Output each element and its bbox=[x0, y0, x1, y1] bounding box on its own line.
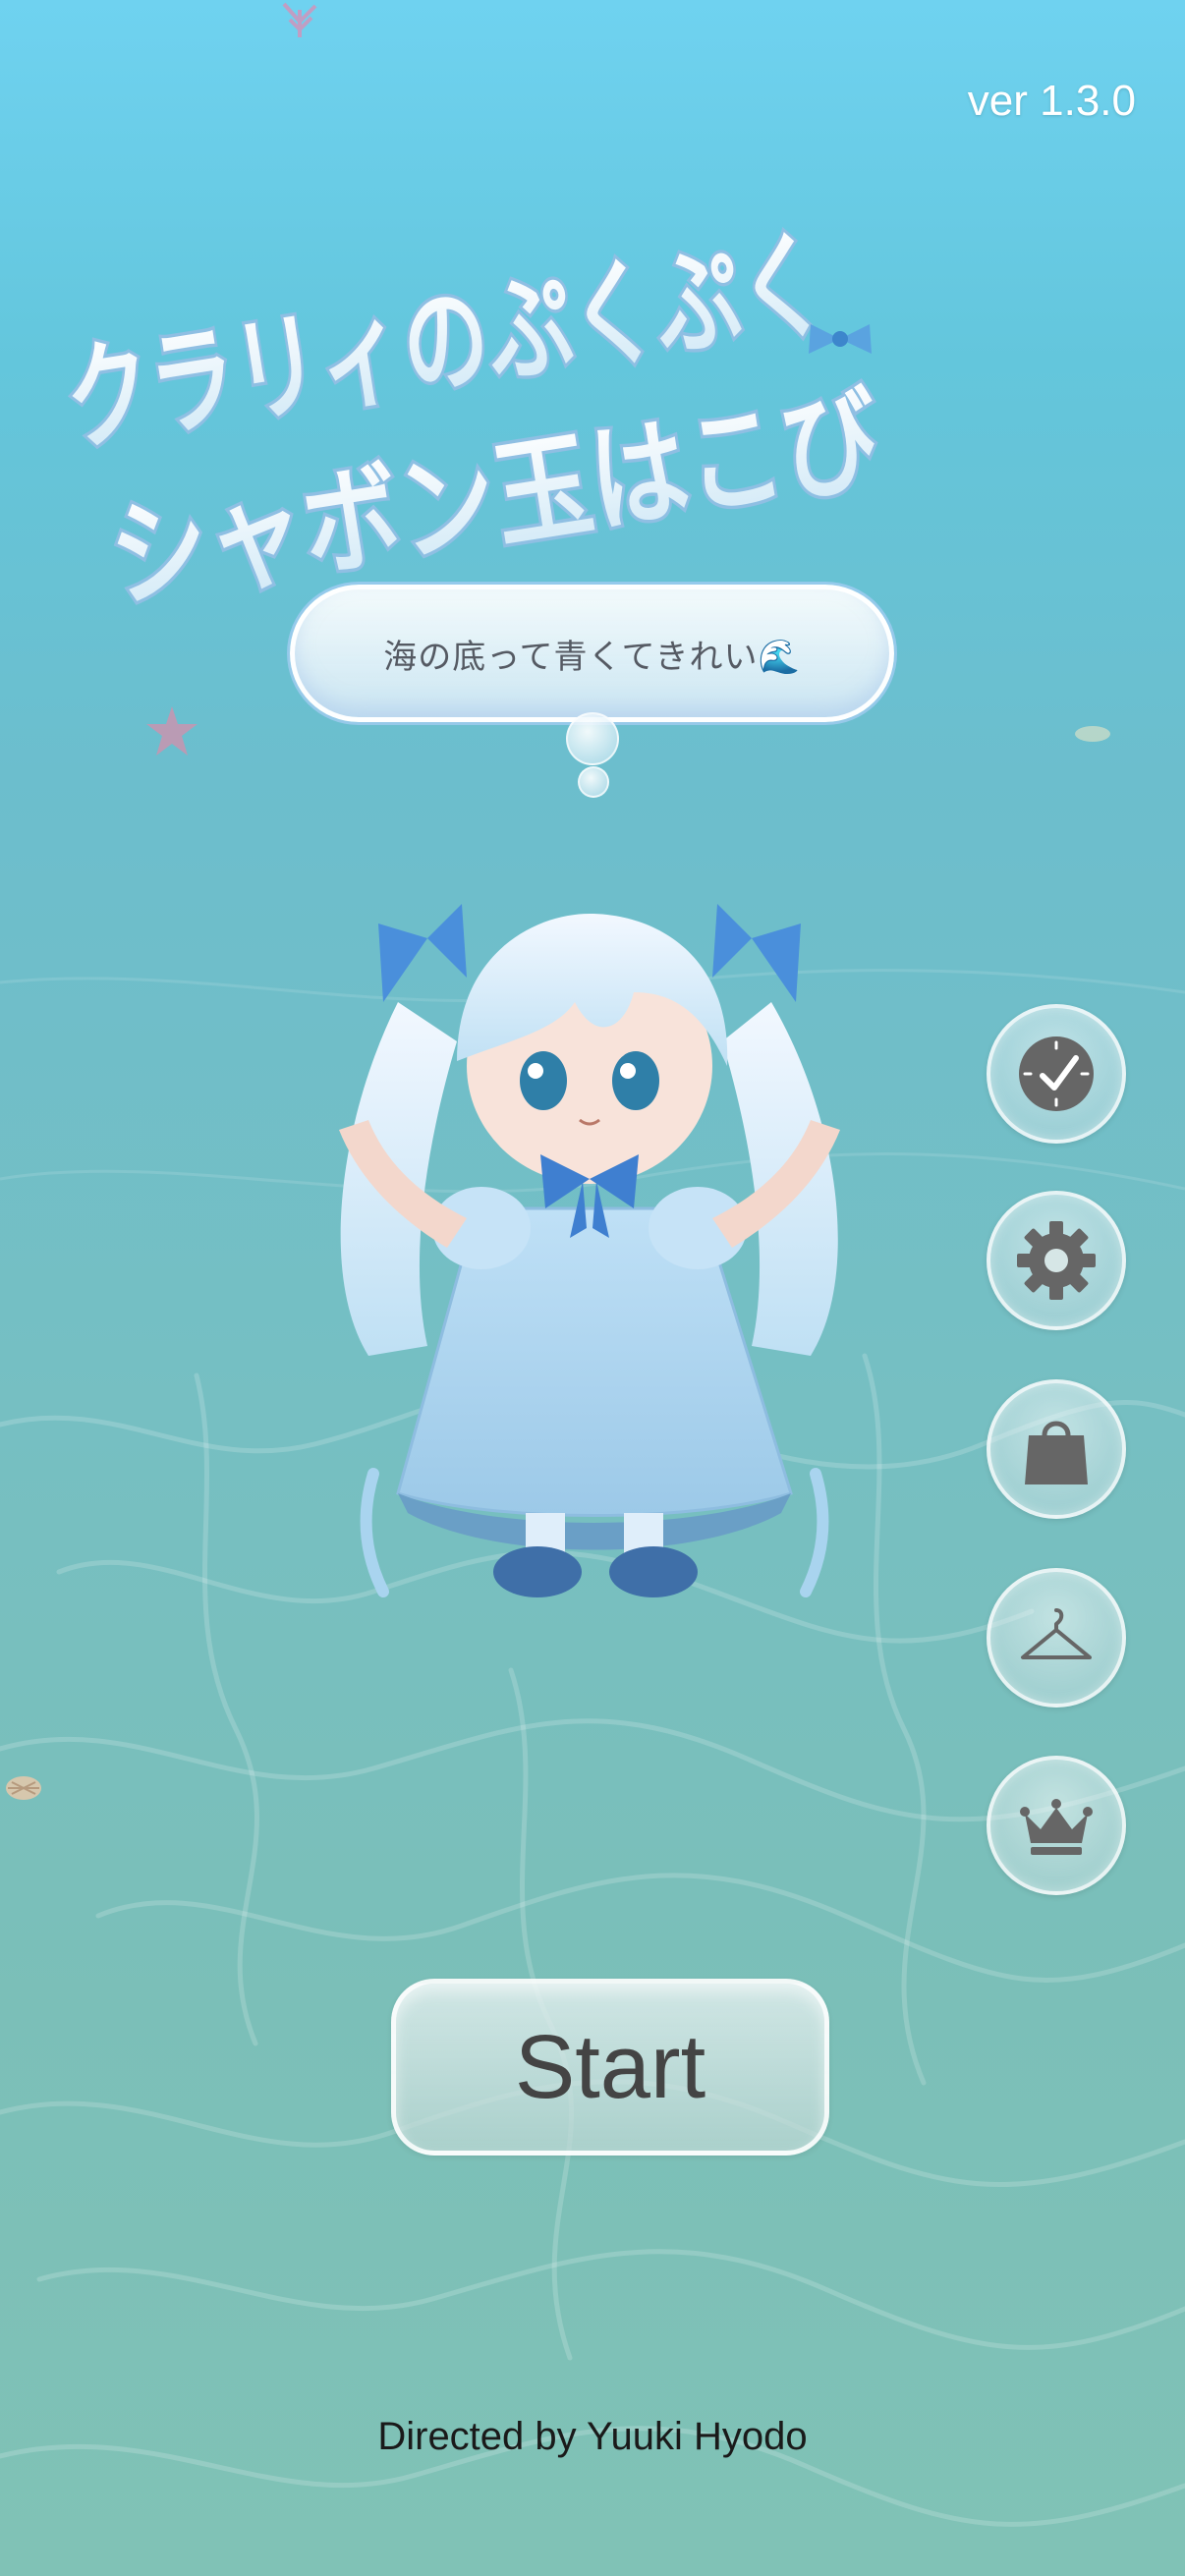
coral-decoration bbox=[282, 2, 317, 37]
version-label: ver 1.3.0 bbox=[967, 77, 1136, 125]
ranking-button[interactable] bbox=[987, 1756, 1126, 1895]
shop-button[interactable] bbox=[987, 1379, 1126, 1519]
logo-ribbon-icon bbox=[809, 324, 872, 354]
thought-bubble-large bbox=[566, 712, 619, 765]
settings-button[interactable] bbox=[987, 1191, 1126, 1330]
credit-text: Directed by Yuuki Hyodo bbox=[377, 2415, 808, 2458]
clock-icon bbox=[1019, 1036, 1094, 1111]
thought-bubble-small bbox=[578, 766, 609, 798]
shopping-bag-icon bbox=[1025, 1421, 1088, 1484]
gear-icon bbox=[1017, 1221, 1096, 1300]
character-clarii bbox=[339, 904, 840, 1597]
wardrobe-button[interactable] bbox=[987, 1568, 1126, 1708]
crown-icon bbox=[1020, 1799, 1093, 1855]
speech-bubble-text: 海の底って青くてきれい🌊 bbox=[383, 637, 801, 677]
starfish-decoration bbox=[146, 706, 198, 756]
pebble-decoration bbox=[1075, 726, 1110, 742]
hanger-icon bbox=[1021, 1608, 1092, 1659]
game-logo: クラリィのぷくぷく シャボン玉はこび bbox=[54, 211, 892, 624]
speech-bubble: 海の底って青くてきれい🌊 bbox=[290, 585, 894, 722]
start-button[interactable]: Start bbox=[391, 1979, 829, 2156]
shell-decoration bbox=[6, 1776, 41, 1800]
clock-button[interactable] bbox=[987, 1004, 1126, 1144]
start-button-label: Start bbox=[514, 2016, 706, 2117]
game-background: ver 1.3.0 クラリィのぷくぷく シャボン玉はこび 海の底って青くてきれい… bbox=[0, 0, 1185, 2576]
